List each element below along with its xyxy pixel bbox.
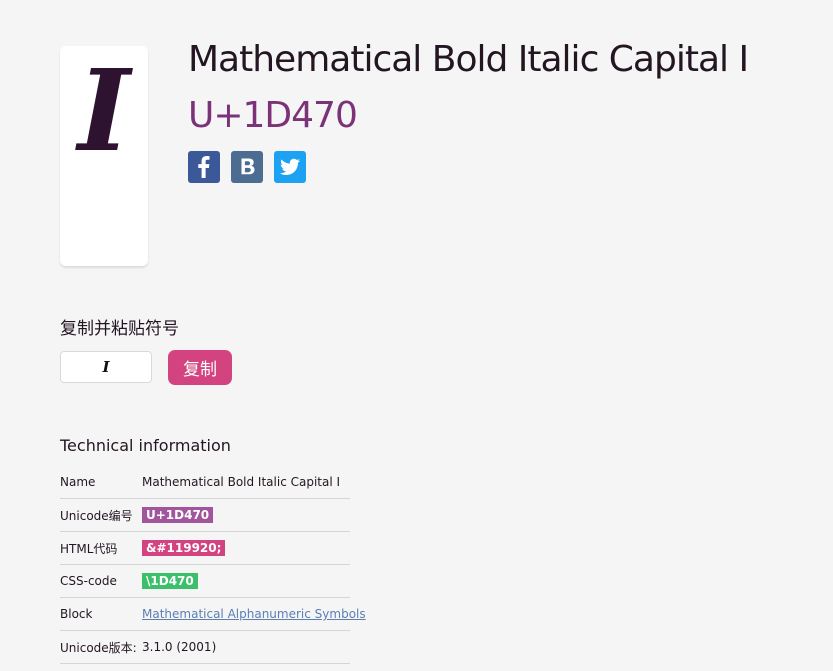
codepoint-label: U+1D470 — [188, 95, 358, 136]
unicode-code-badge[interactable]: U+1D470 — [142, 507, 214, 523]
tech-row-block: Block Mathematical Alphanumeric Symbols — [60, 598, 366, 631]
character-name-value: Mathematical Bold Italic Capital I — [142, 475, 341, 489]
facebook-icon — [188, 151, 220, 183]
social-share-bar — [188, 151, 306, 183]
copy-button[interactable]: 复制 — [168, 350, 232, 385]
tech-key: Name — [60, 475, 96, 489]
html-code-badge[interactable]: &#119920; — [142, 540, 226, 556]
technical-info-heading: Technical information — [60, 436, 231, 455]
copy-symbol-input[interactable] — [60, 351, 152, 383]
page: 𝑰 Mathematical Bold Italic Capital I U+1… — [0, 0, 833, 671]
tech-row-name: Name Mathematical Bold Italic Capital I — [60, 466, 350, 499]
tech-key: CSS-code — [60, 574, 117, 588]
glyph-preview: 𝑰 — [77, 46, 131, 177]
vk-icon — [231, 151, 263, 183]
copy-section-label: 复制并粘贴符号 — [60, 319, 179, 339]
tech-key: Unicode编号 — [60, 508, 133, 523]
glyph-card: 𝑰 — [60, 46, 148, 266]
tech-row-css-code: CSS-code \1D470 — [60, 565, 350, 598]
technical-info-table: Name Mathematical Bold Italic Capital I … — [60, 466, 366, 664]
tech-row-html-code: HTML代码 &#119920; — [60, 532, 350, 565]
facebook-share-button[interactable] — [188, 151, 220, 183]
tech-key: Block — [60, 607, 93, 621]
vk-share-button[interactable] — [231, 151, 263, 183]
twitter-share-button[interactable] — [274, 151, 306, 183]
twitter-icon — [274, 151, 306, 183]
css-code-badge[interactable]: \1D470 — [142, 573, 198, 589]
block-link[interactable]: Mathematical Alphanumeric Symbols — [142, 607, 366, 621]
tech-row-unicode: Unicode编号 U+1D470 — [60, 499, 350, 532]
tech-row-unicode-version: Unicode版本: 3.1.0 (2001) — [60, 631, 350, 664]
unicode-version-value: 3.1.0 (2001) — [142, 640, 217, 654]
page-title: Mathematical Bold Italic Capital I — [188, 39, 749, 80]
tech-key: HTML代码 — [60, 541, 118, 556]
tech-key: Unicode版本: — [60, 640, 137, 655]
